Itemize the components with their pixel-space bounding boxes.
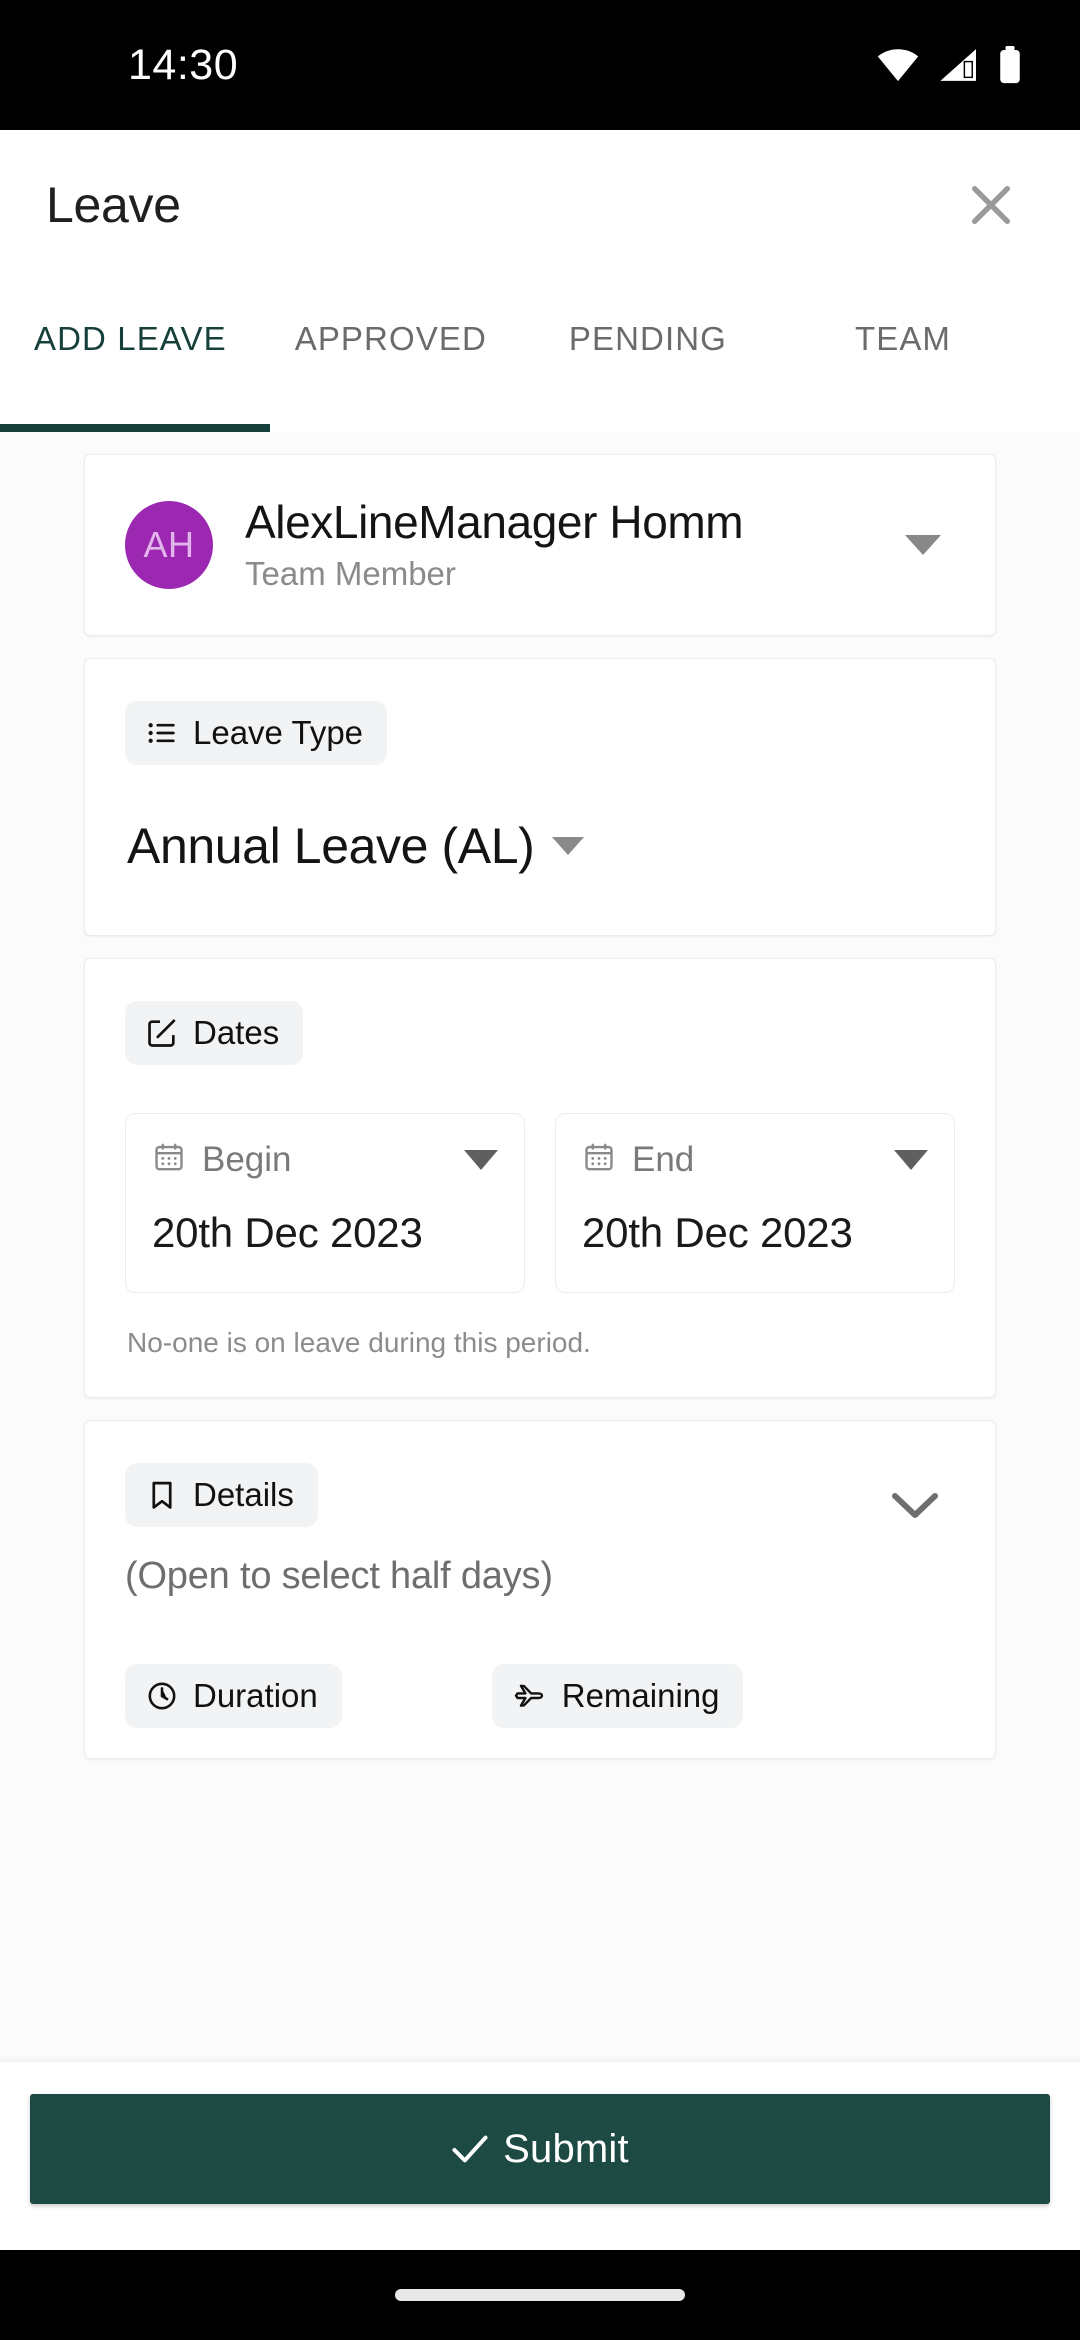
cellular-signal-icon: [939, 48, 979, 82]
details-hint: (Open to select half days): [125, 1555, 553, 1598]
date-range-row: Begin 20th Dec 2023 End 20th Dec 2023: [125, 1112, 955, 1294]
begin-date-value: 20th Dec 2023: [152, 1208, 423, 1256]
end-date-field[interactable]: End 20th Dec 2023: [555, 1112, 955, 1294]
dates-card: Dates Begin 20th Dec 2023 End 20th Dec 2…: [84, 957, 996, 1399]
leave-type-chip: Leave Type: [125, 700, 388, 765]
close-button[interactable]: [948, 162, 1034, 248]
list-icon: [145, 716, 179, 750]
check-icon: [451, 2133, 489, 2165]
submit-button[interactable]: Submit: [30, 2094, 1050, 2204]
form-scroll-area[interactable]: AH AlexLineManager Homm Team Member Leav…: [0, 432, 1080, 2062]
details-expand-button[interactable]: [889, 1487, 941, 1523]
submit-bar: Submit: [0, 2062, 1080, 2250]
avatar: AH: [125, 500, 213, 589]
employee-info: AlexLineManager Homm Team Member: [245, 496, 905, 593]
details-chip: Details: [125, 1463, 318, 1528]
tab-add-leave[interactable]: ADD LEAVE: [0, 280, 261, 398]
leave-type-chip-label: Leave Type: [193, 713, 364, 751]
clock-icon: [145, 1679, 179, 1713]
tab-team[interactable]: TEAM: [775, 280, 985, 398]
system-nav-bar: [0, 2250, 1080, 2340]
chevron-down-icon: [889, 1487, 941, 1523]
leave-type-value: Annual Leave (AL): [127, 817, 535, 874]
details-header: Details (Open to select half days): [125, 1463, 955, 1598]
begin-date-label: Begin: [202, 1139, 292, 1179]
duration-chip-label: Duration: [193, 1677, 318, 1715]
bookmark-icon: [145, 1478, 179, 1512]
leave-type-dropdown[interactable]: Annual Leave (AL): [125, 817, 955, 875]
battery-icon: [998, 46, 1022, 84]
tab-approved[interactable]: APPROVED: [261, 280, 521, 398]
employee-name: AlexLineManager Homm: [245, 496, 744, 548]
remaining-chip-label: Remaining: [561, 1677, 720, 1715]
close-icon: [963, 177, 1019, 233]
app-bar: Leave: [0, 130, 1080, 280]
employee-selector-card[interactable]: AH AlexLineManager Homm Team Member: [84, 454, 996, 636]
page-title: Leave: [46, 177, 181, 233]
home-indicator[interactable]: [395, 2289, 685, 2301]
details-card[interactable]: Details (Open to select half days) Durat…: [84, 1420, 996, 1760]
calendar-icon: [582, 1140, 616, 1179]
status-bar-clock: 14:30: [128, 40, 239, 89]
caret-down-icon: [552, 836, 585, 855]
end-date-value: 20th Dec 2023: [582, 1208, 853, 1256]
dates-availability-note: No-one is on leave during this period.: [127, 1327, 591, 1359]
dates-chip-label: Dates: [193, 1013, 280, 1051]
begin-date-head: Begin: [152, 1140, 498, 1180]
app-window: Leave ADD LEAVE APPROVED PENDING TEAM AH: [0, 130, 1080, 2250]
submit-button-label: Submit: [503, 2126, 629, 2171]
leave-type-card[interactable]: Leave Type Annual Leave (AL): [84, 657, 996, 936]
end-date-label: End: [632, 1139, 695, 1179]
tab-pending[interactable]: PENDING: [521, 280, 775, 398]
status-bar-icons: [876, 46, 1022, 84]
employee-role: Team Member: [245, 554, 456, 592]
caret-down-icon: [894, 1149, 928, 1170]
edit-square-icon: [145, 1016, 179, 1050]
wifi-icon: [876, 48, 920, 82]
status-bar: 14:30: [0, 0, 1080, 130]
calendar-icon: [152, 1140, 186, 1179]
tab-active-indicator: [0, 424, 270, 432]
phone-screen: 14:30 Leave ADD LEAVE APPROVED PENDING T…: [0, 0, 1080, 2340]
begin-date-field[interactable]: Begin 20th Dec 2023: [125, 1112, 525, 1294]
tab-bar[interactable]: ADD LEAVE APPROVED PENDING TEAM: [0, 280, 1080, 432]
details-metric-chips: Duration Remaining: [125, 1664, 955, 1729]
end-date-head: End: [582, 1140, 928, 1180]
details-chip-label: Details: [193, 1476, 294, 1514]
caret-down-icon[interactable]: [905, 534, 941, 555]
caret-down-icon: [464, 1149, 498, 1170]
dates-chip: Dates: [125, 1000, 304, 1065]
airplane-icon: [512, 1679, 548, 1713]
remaining-chip[interactable]: Remaining: [491, 1664, 744, 1729]
duration-chip[interactable]: Duration: [125, 1664, 342, 1729]
